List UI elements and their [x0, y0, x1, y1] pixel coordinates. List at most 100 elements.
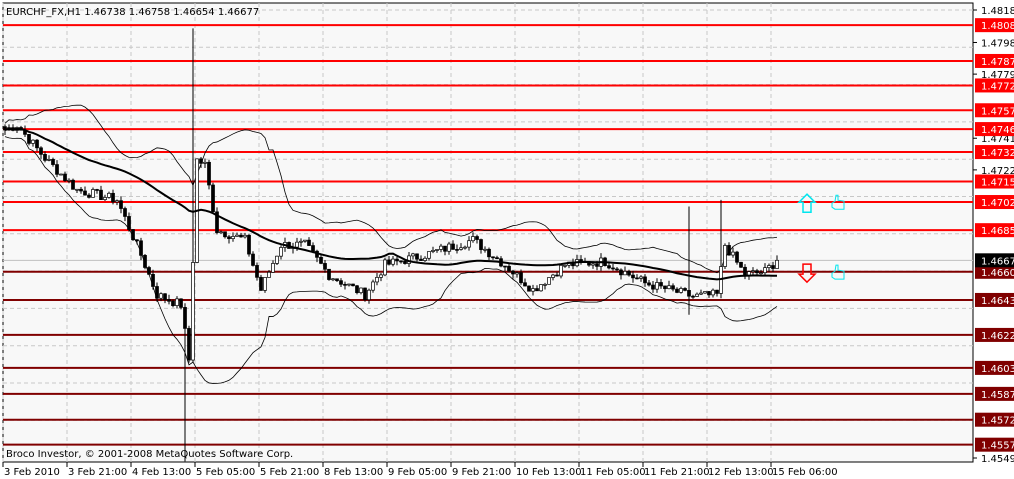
current-price-label: 1.46677	[981, 256, 1014, 267]
candle-body	[355, 285, 359, 294]
candle-body	[735, 251, 739, 263]
candle-body	[235, 234, 239, 237]
candle-body	[135, 239, 139, 242]
candle-body	[771, 265, 775, 269]
x-tick-label: 9 Feb 05:00	[388, 467, 447, 478]
candle-body	[35, 139, 39, 149]
candle-body	[511, 270, 515, 275]
candle-body	[527, 285, 531, 292]
candle-body	[595, 263, 599, 267]
candle-body	[455, 249, 459, 251]
candle-body	[259, 276, 263, 291]
candle-body	[639, 276, 643, 279]
candle-body	[487, 248, 491, 258]
candle-body	[439, 245, 443, 250]
candle-body	[755, 270, 759, 274]
candle-body	[343, 283, 347, 286]
candle-body	[695, 293, 699, 297]
y-tick-label: 1.47985	[981, 38, 1014, 49]
candle-body	[667, 285, 671, 290]
candle-body	[723, 245, 727, 267]
candle-body	[71, 179, 75, 190]
candle-body	[707, 291, 711, 296]
candle-body	[503, 265, 507, 268]
y-tick-label: 1.48180	[981, 6, 1014, 17]
candle-body	[91, 189, 95, 198]
candle-body	[659, 282, 663, 287]
candle-body	[55, 164, 59, 175]
candle-body	[387, 259, 391, 265]
candle-body	[347, 283, 351, 286]
candle-body	[435, 249, 439, 251]
candle-body	[383, 259, 387, 276]
candle-body	[219, 231, 223, 234]
resistance-label: 1.48089	[981, 21, 1014, 32]
candle-body	[139, 240, 143, 256]
candle-body	[43, 154, 47, 161]
candle-body	[207, 161, 211, 186]
x-tick-label: 3 Feb 2010	[4, 467, 60, 478]
candle-body	[31, 139, 35, 144]
candle-body	[691, 295, 695, 298]
candle-body	[175, 298, 179, 307]
resistance-label: 1.47727	[981, 81, 1014, 92]
candle-body	[651, 284, 655, 290]
candle-body	[211, 184, 215, 213]
candle-body	[223, 231, 227, 238]
candle-body	[307, 239, 311, 246]
candle-body	[415, 253, 419, 260]
resistance-label: 1.47150	[981, 178, 1014, 189]
support-label: 1.45875	[981, 390, 1014, 401]
candle-body	[679, 288, 683, 293]
candle-body	[443, 245, 447, 252]
price-chart[interactable]: 1.481801.479851.477951.474101.472201.454…	[0, 0, 1014, 479]
x-tick-label: 5 Feb 21:00	[260, 467, 319, 478]
x-tick-label: 15 Feb 06:00	[772, 467, 838, 478]
candle-body	[159, 293, 163, 299]
candle-body	[275, 255, 279, 264]
support-label: 1.46229	[981, 331, 1014, 342]
candle-body	[459, 247, 463, 250]
candle-body	[391, 258, 395, 265]
candle-body	[371, 281, 375, 291]
candle-body	[591, 263, 595, 266]
candle-body	[547, 277, 551, 285]
candle-body	[551, 274, 555, 278]
candle-body	[179, 298, 183, 308]
candle-body	[699, 292, 703, 295]
candle-body	[671, 285, 675, 290]
candle-body	[339, 280, 343, 285]
candle-body	[351, 283, 355, 287]
candle-body	[495, 257, 499, 260]
candle-body	[143, 255, 147, 268]
support-label: 1.45570	[981, 441, 1014, 452]
candle-body	[299, 240, 303, 243]
x-tick-label: 5 Feb 05:00	[196, 467, 255, 478]
support-label: 1.45720	[981, 416, 1014, 427]
candle-body	[75, 188, 79, 191]
candle-body	[199, 158, 203, 164]
candle-body	[563, 264, 567, 267]
candle-body	[431, 249, 435, 252]
candle-body	[395, 258, 399, 262]
candle-body	[151, 273, 155, 287]
copyright-text: Broco Investor, © 2001-2008 MetaQuotes S…	[6, 449, 293, 460]
candle-body	[271, 263, 275, 273]
candle-body	[531, 288, 535, 292]
candle-body	[643, 276, 647, 284]
candle-body	[167, 299, 171, 302]
candle-body	[119, 200, 123, 209]
candle-body	[475, 236, 479, 240]
candle-body	[171, 300, 175, 307]
candle-body	[711, 289, 715, 296]
candle-body	[759, 272, 763, 275]
candle-body	[607, 265, 611, 269]
candle-body	[647, 282, 651, 286]
candle-body	[247, 234, 251, 255]
candle-body	[27, 134, 31, 144]
candle-body	[447, 243, 451, 252]
candle-body	[183, 307, 187, 329]
support-label: 1.46031	[981, 364, 1014, 375]
resistance-label: 1.47874	[981, 57, 1014, 68]
candle-body	[615, 268, 619, 271]
